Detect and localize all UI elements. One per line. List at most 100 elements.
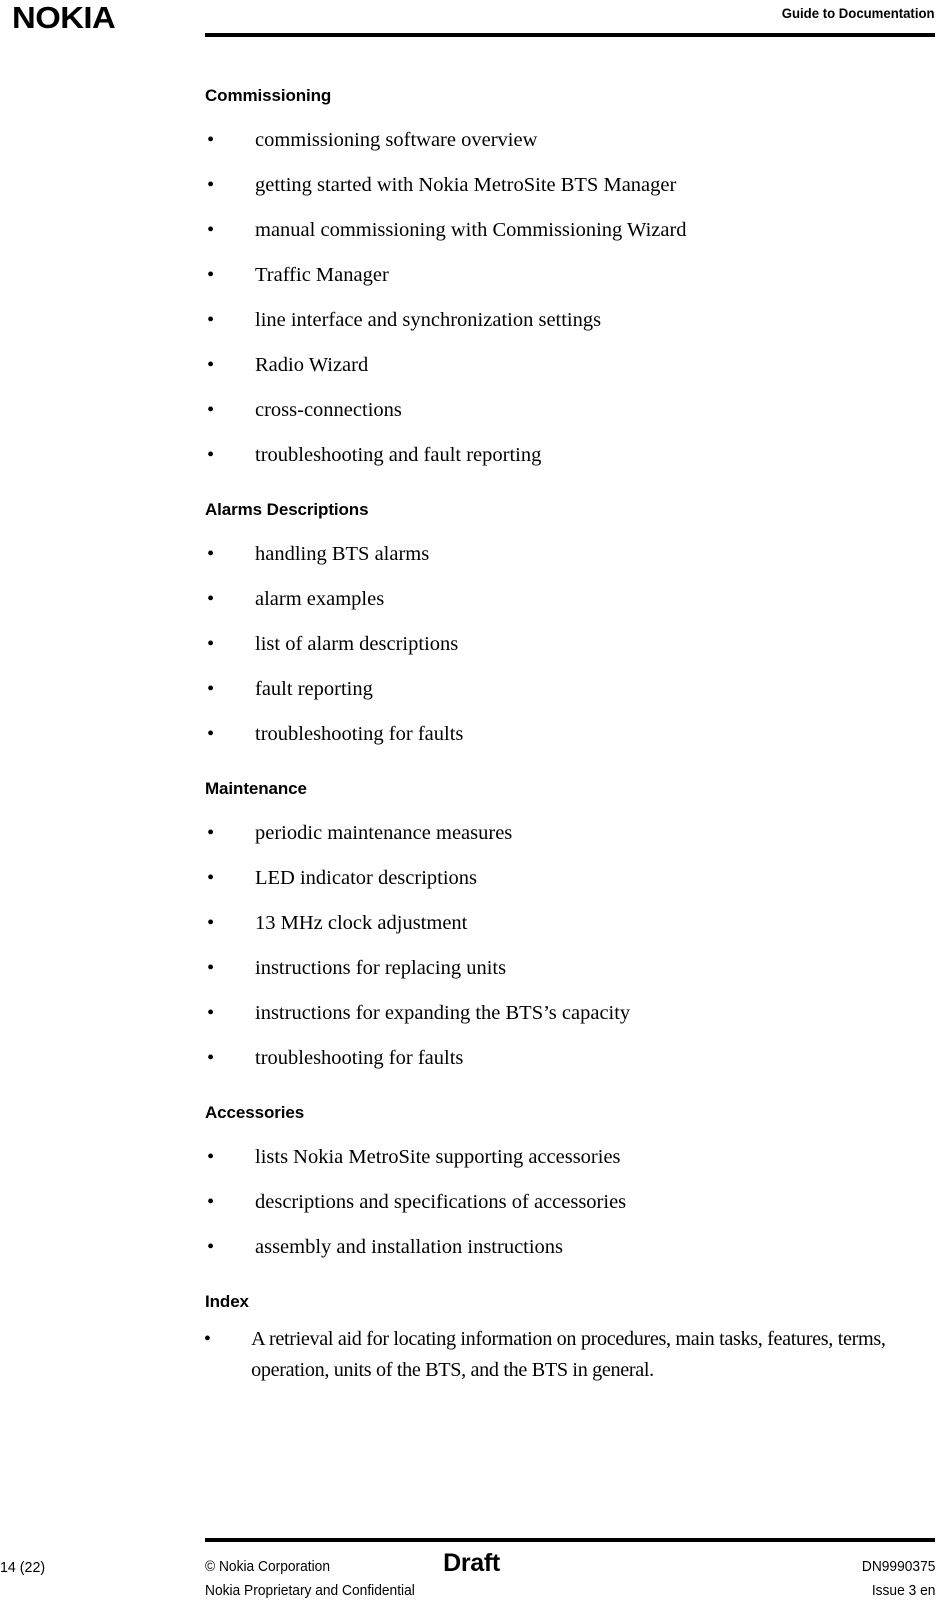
bullet-point-icon: • — [207, 399, 215, 421]
footer-status-draft: Draft — [443, 1549, 500, 1577]
bullet-item: • handling BTS alarms — [0, 532, 943, 577]
bullet-point-icon: • — [207, 129, 215, 151]
bullet-item-label: descriptions and specifications of acces… — [255, 1191, 627, 1213]
document-page: NOKIA Guide to Documentation Commissioni… — [0, 0, 943, 1599]
bullet-item: • getting started with Nokia MetroSite BT… — [0, 163, 943, 208]
bullet-item: • fault reporting — [0, 667, 943, 712]
nokia-logo: NOKIA — [12, 0, 116, 35]
bullet-item-label: instructions for expanding the BTS’s cap… — [255, 1002, 631, 1024]
bullet-point-icon: • — [207, 354, 215, 376]
bullet-item: • Radio Wizard — [0, 343, 943, 388]
doc-section: Accessories • lists Nokia MetroSite suppor… — [0, 1103, 943, 1292]
bullet-item-label: troubleshooting for faults — [255, 723, 464, 745]
bullet-point-icon: • — [207, 633, 215, 655]
footer-document-id: DN9990375 — [861, 1559, 935, 1575]
doc-section: Commissioning • commissioning software ove… — [0, 86, 943, 500]
bullet-item: • commissioning software overview — [0, 118, 943, 163]
bullet-item-label: A retrieval aid for locating information… — [251, 1328, 886, 1381]
bullet-item-label: lists Nokia MetroSite supporting accesso… — [255, 1146, 621, 1168]
bullet-item: • instructions for replacing units — [0, 946, 943, 991]
footer-confidentiality: Nokia Proprietary and Confidential — [205, 1583, 415, 1599]
bullet-item-label: getting started with Nokia MetroSite BTS… — [255, 174, 677, 196]
bullet-item-label: troubleshooting and fault reporting — [255, 444, 542, 466]
bullet-point-icon: • — [207, 957, 215, 979]
bullet-point-icon: • — [207, 678, 215, 700]
bullet-item-label: instructions for replacing units — [255, 957, 507, 979]
section-heading: Index — [205, 1292, 249, 1311]
bullet-item: • assembly and installation instructions — [0, 1225, 943, 1270]
bullet-point-icon: • — [207, 264, 215, 286]
bullet-item-label: line interface and synchronization setti… — [255, 309, 602, 331]
bullet-item-label: handling BTS alarms — [255, 543, 430, 565]
bullet-item-label: assembly and installation instructions — [255, 1236, 564, 1258]
bullet-list: • handling BTS alarms • alarm examples • list… — [0, 532, 943, 757]
document-content: Commissioning • commissioning software ove… — [0, 86, 943, 1386]
section-heading: Commissioning — [205, 86, 332, 105]
bullet-point-icon: • — [207, 309, 215, 331]
footer-document-block: DN9990375 Issue 3 en — [861, 1555, 935, 1603]
bullet-point-icon: • — [207, 174, 215, 196]
bullet-item: • periodic maintenance measures — [0, 811, 943, 856]
page-footer: 14 (22) © Nokia Corporation Nokia Propri… — [0, 1513, 943, 1599]
bullet-point-icon: • — [207, 723, 215, 745]
bullet-item-label: list of alarm descriptions — [255, 633, 459, 655]
bullet-item-label: commissioning software overview — [255, 129, 538, 151]
header-title: Guide to Documentation — [782, 5, 935, 21]
bullet-item: • descriptions and specifications of acce… — [0, 1180, 943, 1225]
bullet-item: • 13 MHz clock adjustment — [0, 901, 943, 946]
bullet-item-label: manual commissioning with Commissioning … — [255, 219, 687, 241]
bullet-list: • lists Nokia MetroSite supporting access… — [0, 1135, 943, 1270]
bullet-item-label: troubleshooting for faults — [255, 1047, 464, 1069]
bullet-item: • manual commissioning with Commissioning… — [0, 208, 943, 253]
header-rule — [205, 33, 935, 37]
bullet-point-icon: • — [207, 1002, 215, 1024]
bullet-point-icon: • — [207, 588, 215, 610]
bullet-point-icon: • — [207, 219, 215, 241]
bullet-item-label: Radio Wizard — [255, 354, 369, 376]
bullet-item-label: LED indicator descriptions — [255, 867, 478, 889]
bullet-point-icon: • — [207, 1047, 215, 1069]
bullet-point-icon: • — [207, 1191, 215, 1213]
bullet-point-icon: • — [203, 1328, 211, 1350]
page-header: NOKIA Guide to Documentation — [0, 0, 943, 46]
bullet-item: • Traffic Manager — [0, 253, 943, 298]
doc-section: Index • A retrieval aid for locating infor… — [0, 1292, 943, 1386]
bullet-item: • troubleshooting for faults — [0, 1036, 943, 1081]
bullet-item: • alarm examples — [0, 577, 943, 622]
bullet-item: • troubleshooting for faults — [0, 712, 943, 757]
bullet-item-label: Traffic Manager — [255, 264, 389, 286]
bullet-item: • LED indicator descriptions — [0, 856, 943, 901]
bullet-item-label: periodic maintenance measures — [255, 822, 513, 844]
bullet-item-label: alarm examples — [255, 588, 385, 610]
bullet-point-icon: • — [207, 444, 215, 466]
section-heading: Accessories — [205, 1103, 305, 1122]
bullet-list: • A retrieval aid for locating informatio… — [0, 1324, 943, 1386]
bullet-list: • commissioning software overview • getting… — [0, 118, 943, 478]
bullet-item: • cross-connections — [0, 388, 943, 433]
bullet-point-icon: • — [207, 822, 215, 844]
bullet-item: • A retrieval aid for locating informatio… — [0, 1324, 929, 1386]
bullet-list: • periodic maintenance measures • LED indic… — [0, 811, 943, 1081]
bullet-item: • lists Nokia MetroSite supporting access… — [0, 1135, 943, 1180]
bullet-point-icon: • — [207, 543, 215, 565]
footer-rule — [205, 1538, 935, 1542]
bullet-point-icon: • — [207, 1146, 215, 1168]
bullet-item: • troubleshooting and fault reporting — [0, 433, 943, 478]
section-heading: Alarms Descriptions — [205, 500, 369, 519]
bullet-item-label: fault reporting — [255, 678, 373, 700]
bullet-item-label: 13 MHz clock adjustment — [255, 912, 468, 934]
doc-section: Maintenance • periodic maintenance measure… — [0, 779, 943, 1103]
bullet-item: • line interface and synchronization sett… — [0, 298, 943, 343]
bullet-point-icon: • — [207, 912, 215, 934]
bullet-item-label: cross-connections — [255, 399, 402, 421]
section-heading: Maintenance — [205, 779, 307, 798]
doc-section: Alarms Descriptions • handling BTS alarms •… — [0, 500, 943, 779]
bullet-point-icon: • — [207, 867, 215, 889]
